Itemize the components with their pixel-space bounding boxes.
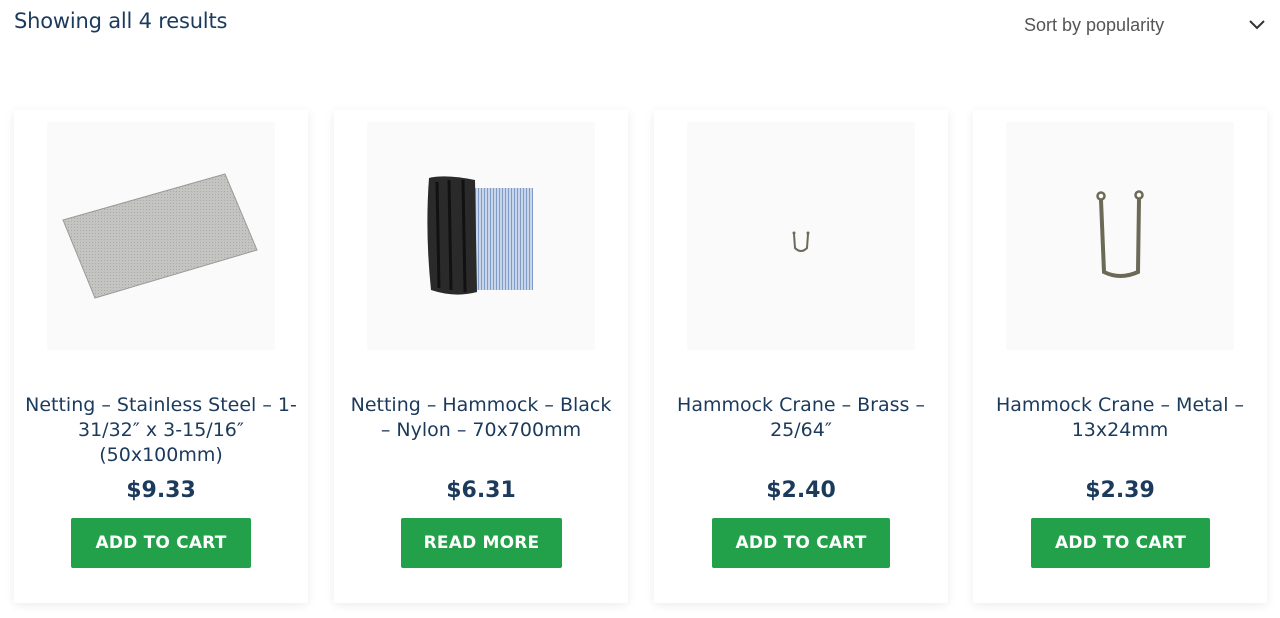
product-title[interactable]: Hammock Crane – Metal – 13x24mm xyxy=(983,393,1257,443)
product-image[interactable] xyxy=(367,122,595,350)
result-count: Showing all 4 results xyxy=(14,9,228,33)
product-card: Hammock Crane – Metal – 13x24mm $2.39 AD… xyxy=(973,110,1267,603)
product-image[interactable] xyxy=(1006,122,1234,350)
sort-dropdown-label: Sort by popularity xyxy=(1024,14,1165,35)
add-to-cart-button[interactable]: ADD TO CART xyxy=(71,518,251,568)
product-card: Netting – Hammock – Black – Nylon – 70x7… xyxy=(334,110,628,603)
product-card: Hammock Crane – Brass – 25/64″ $2.40 ADD… xyxy=(654,110,948,603)
product-price: $6.31 xyxy=(446,478,516,503)
product-image[interactable] xyxy=(687,122,915,350)
stainless-steel-mesh-image xyxy=(62,173,258,299)
product-price: $9.33 xyxy=(126,478,196,503)
product-price: $2.39 xyxy=(1085,478,1155,503)
metal-crane-image xyxy=(1096,190,1144,278)
product-price: $2.40 xyxy=(766,478,836,503)
nylon-netting-image xyxy=(427,176,533,295)
product-title[interactable]: Hammock Crane – Brass – 25/64″ xyxy=(664,393,938,443)
product-title[interactable]: Netting – Hammock – Black – Nylon – 70x7… xyxy=(344,393,618,443)
product-image[interactable] xyxy=(47,122,275,350)
sort-dropdown[interactable]: Sort by popularity xyxy=(1010,4,1272,46)
product-title[interactable]: Netting – Stainless Steel – 1-31/32″ x 3… xyxy=(24,393,298,468)
chevron-down-icon xyxy=(1248,16,1266,34)
add-to-cart-button[interactable]: ADD TO CART xyxy=(1031,518,1210,568)
brass-crane-image xyxy=(792,231,810,252)
product-card: Netting – Stainless Steel – 1-31/32″ x 3… xyxy=(14,110,308,603)
add-to-cart-button[interactable]: ADD TO CART xyxy=(712,518,890,568)
read-more-button[interactable]: READ MORE xyxy=(401,518,562,568)
